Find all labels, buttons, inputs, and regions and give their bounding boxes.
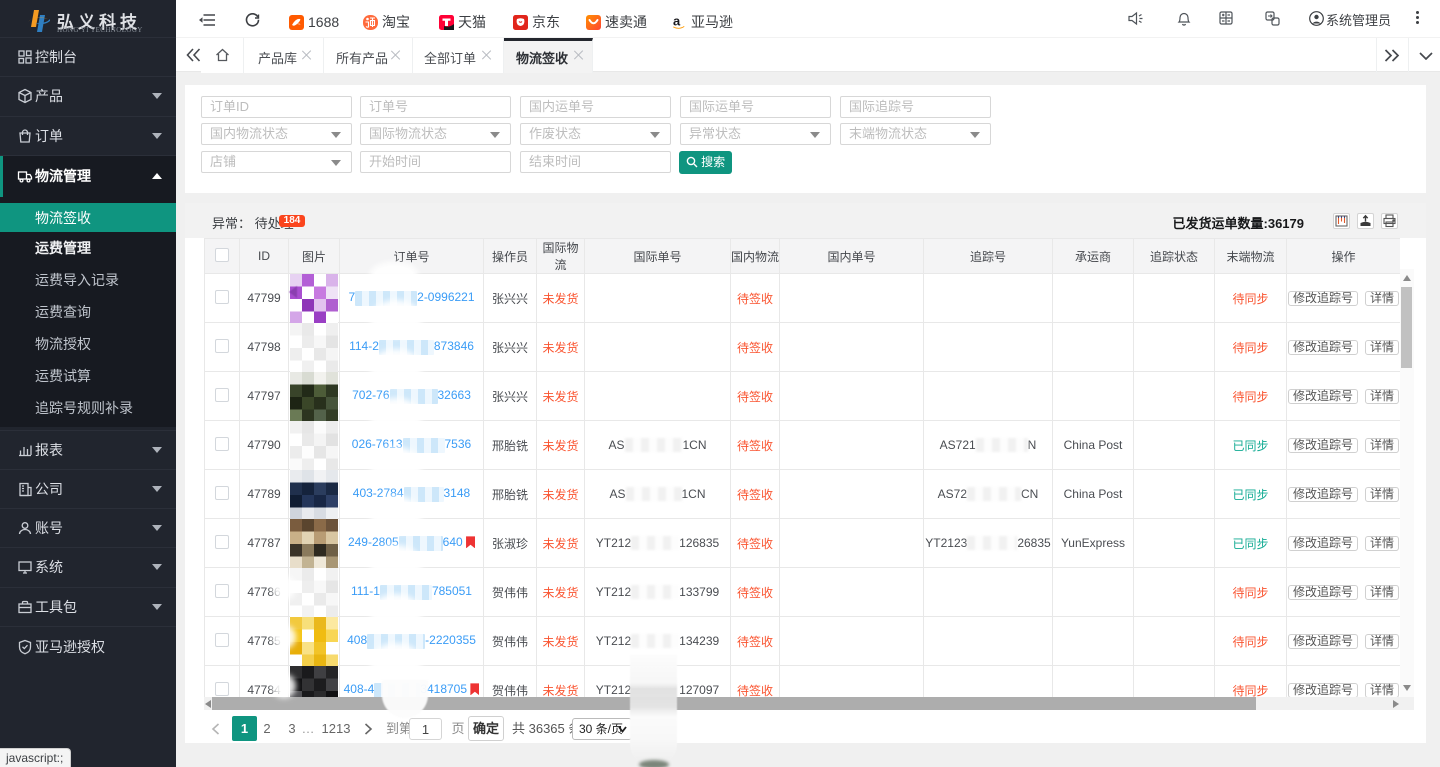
svg-text:a: a [673, 14, 681, 29]
